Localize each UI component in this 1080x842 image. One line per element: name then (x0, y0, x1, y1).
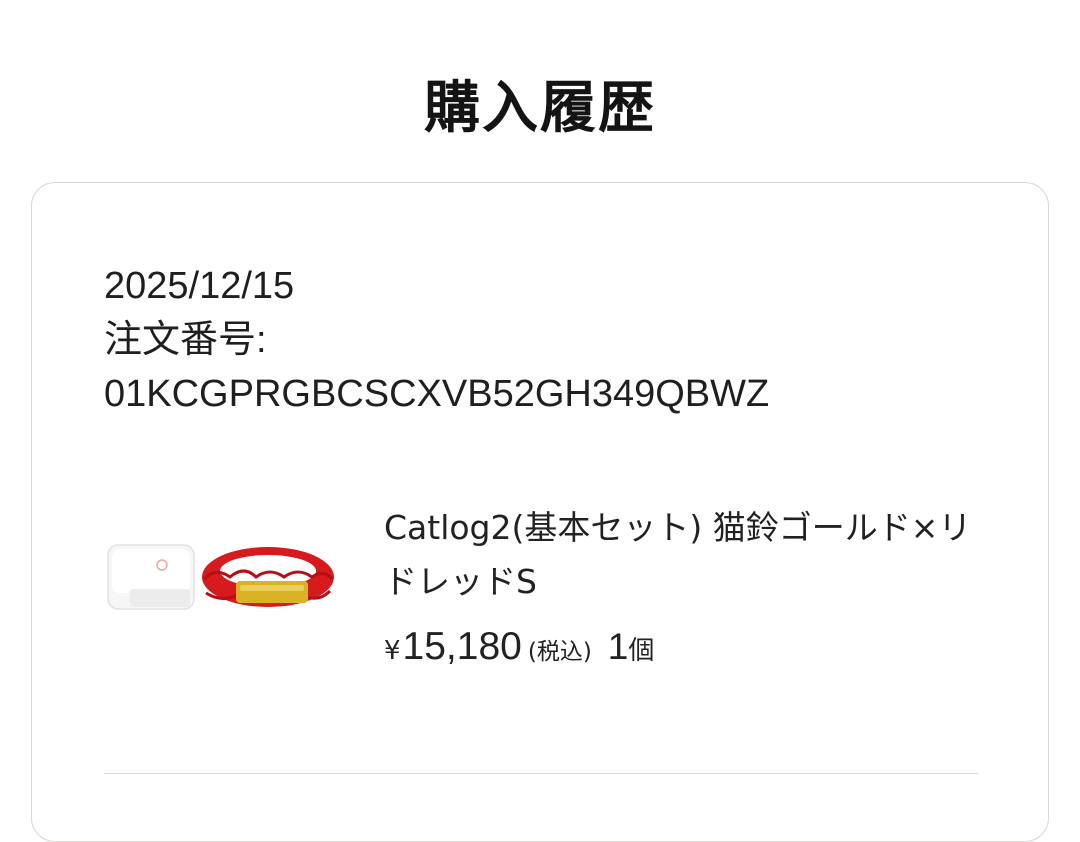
product-image[interactable] (106, 537, 340, 617)
order-card[interactable]: 2025/12/15 注文番号: 01KCGPRGBCSCXVB52GH349Q… (31, 182, 1049, 842)
product-name[interactable]: Catlog2(基本セット) 猫鈴ゴールド×リドレッドS (384, 501, 984, 609)
quantity-unit: 個 (628, 636, 655, 666)
product-thumbnail-icon (107, 544, 334, 610)
page-title: 購入履歴 (424, 75, 656, 141)
quantity: 1 (607, 626, 629, 667)
order-number: 01KCGPRGBCSCXVB52GH349QBWZ (104, 373, 770, 415)
product-price: 15,180 (402, 625, 522, 668)
currency-symbol: ¥ (384, 636, 401, 666)
tax-note: (税込) (527, 639, 592, 665)
divider (104, 773, 978, 774)
product-info: Catlog2(基本セット) 猫鈴ゴールド×リドレッドS ¥ 15,180 (税… (384, 501, 984, 669)
order-meta: 2025/12/15 注文番号: 01KCGPRGBCSCXVB52GH349Q… (104, 259, 769, 421)
order-number-label: 注文番号: (104, 319, 267, 361)
order-date: 2025/12/15 (104, 265, 295, 307)
price-row: ¥ 15,180 (税込) 1 個 (384, 625, 984, 669)
